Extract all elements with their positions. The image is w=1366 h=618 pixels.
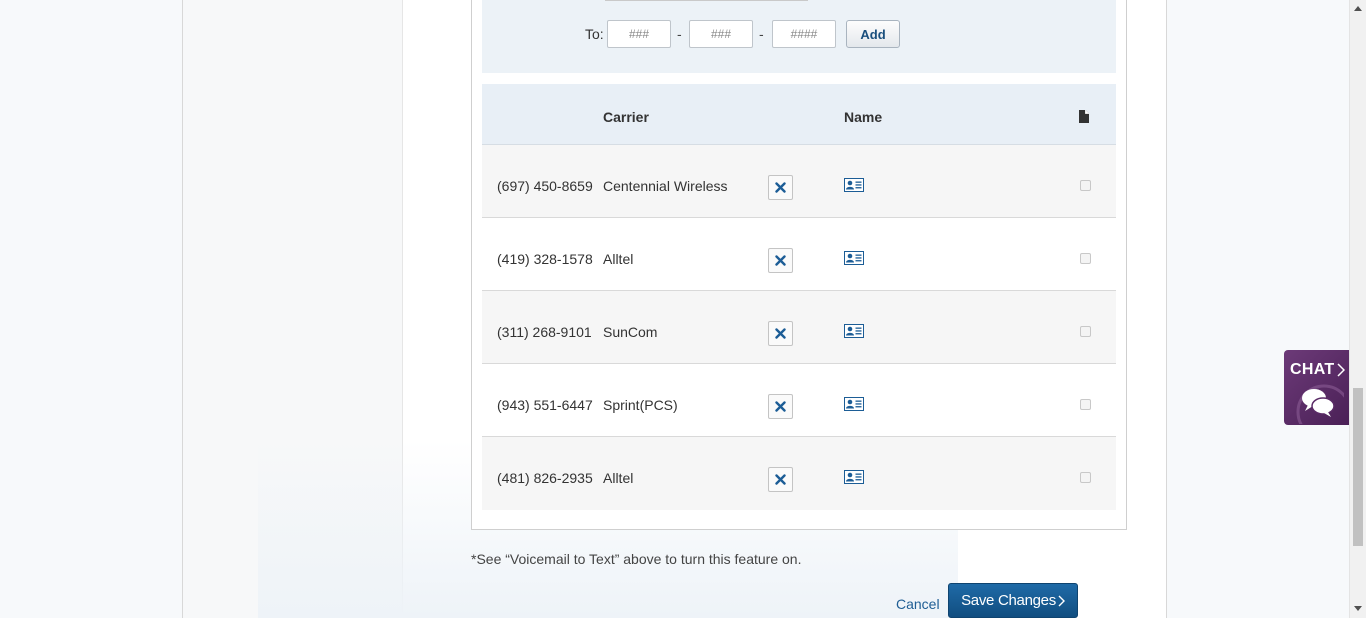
carrier-name: Alltel	[603, 470, 634, 486]
prefix-input[interactable]	[689, 20, 753, 48]
row-checkbox[interactable]	[1080, 180, 1091, 191]
table-row: (419) 328-1578 Alltel	[482, 218, 1116, 291]
chat-label: CHAT	[1290, 361, 1335, 378]
scroll-up-arrow-icon[interactable]	[1354, 5, 1362, 11]
line-number-input[interactable]	[772, 20, 836, 48]
remove-number-button[interactable]	[768, 394, 793, 419]
remove-number-button[interactable]	[768, 321, 793, 346]
chat-widget[interactable]: CHAT	[1284, 350, 1350, 425]
chevron-right-icon	[1337, 363, 1345, 377]
carrier-name: Alltel	[603, 251, 634, 267]
name-column-header: Name	[844, 109, 883, 125]
table-row: (943) 551-6447 Sprint(PCS)	[482, 364, 1116, 437]
voicemail-footnote: *See “Voicemail to Text” above to turn t…	[471, 551, 802, 567]
save-changes-label: Save Changes	[961, 592, 1056, 609]
chat-bubbles-icon	[1296, 384, 1344, 424]
remove-number-button[interactable]	[768, 467, 793, 492]
table-header: Carrier Name	[482, 84, 1116, 145]
to-label: To:	[585, 26, 604, 42]
phone-number: (697) 450-8659	[497, 178, 593, 194]
row-checkbox[interactable]	[1080, 326, 1091, 337]
carrier-name: SunCom	[603, 324, 658, 340]
table-row: (481) 826-2935 Alltel	[482, 437, 1116, 510]
scroll-down-arrow-icon[interactable]	[1354, 606, 1362, 612]
close-x-icon	[775, 328, 786, 339]
phone-number: (419) 328-1578	[497, 251, 593, 267]
cancel-link[interactable]: Cancel	[896, 596, 940, 612]
scrollbar-thumb[interactable]	[1353, 388, 1363, 546]
table-row: (311) 268-9101 SunCom	[482, 291, 1116, 364]
document-icon[interactable]	[1079, 110, 1089, 123]
remove-number-button[interactable]	[768, 175, 793, 200]
close-x-icon	[775, 182, 786, 193]
row-checkbox[interactable]	[1080, 253, 1091, 264]
numbers-table: Carrier Name (697) 450-8659 Centennial Wi…	[482, 84, 1116, 510]
contact-card-icon[interactable]	[844, 251, 864, 265]
carrier-column-header: Carrier	[603, 109, 649, 125]
phone-number: (481) 826-2935	[497, 470, 593, 486]
close-x-icon	[775, 401, 786, 412]
table-row: (697) 450-8659 Centennial Wireless	[482, 145, 1116, 218]
dash-separator: -	[677, 26, 682, 42]
save-changes-button[interactable]: Save Changes	[948, 583, 1078, 618]
contact-card-icon[interactable]	[844, 397, 864, 411]
table-body: (697) 450-8659 Centennial Wireless (419) 3…	[482, 145, 1116, 510]
dash-separator: -	[759, 26, 764, 42]
row-checkbox[interactable]	[1080, 472, 1091, 483]
contact-card-icon[interactable]	[844, 324, 864, 338]
contact-card-icon[interactable]	[844, 470, 864, 484]
chevron-right-icon	[1058, 595, 1065, 606]
add-button[interactable]: Add	[846, 20, 900, 48]
vertical-scrollbar[interactable]	[1349, 0, 1366, 618]
close-x-icon	[775, 474, 786, 485]
area-code-input[interactable]	[607, 20, 671, 48]
carrier-name: Centennial Wireless	[603, 178, 728, 194]
previous-input-edge	[605, 0, 808, 1]
row-checkbox[interactable]	[1080, 399, 1091, 410]
phone-number: (943) 551-6447	[497, 397, 593, 413]
phone-number: (311) 268-9101	[497, 324, 592, 340]
contact-card-icon[interactable]	[844, 178, 864, 192]
remove-number-button[interactable]	[768, 248, 793, 273]
carrier-name: Sprint(PCS)	[603, 397, 678, 413]
close-x-icon	[775, 255, 786, 266]
